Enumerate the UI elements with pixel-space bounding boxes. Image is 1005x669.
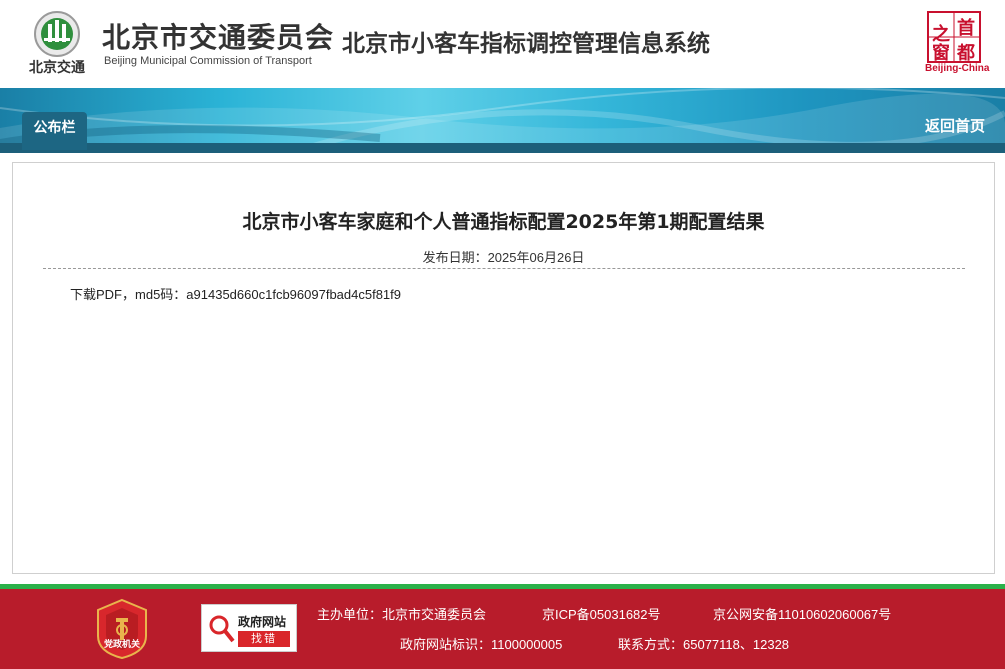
logo-text: 北京交通	[29, 60, 85, 76]
beijing-transport-emblem-icon[interactable]: 北京交通	[20, 8, 94, 78]
article-title: 北京市小客车家庭和个人普通指标配置2025年第1期配置结果	[242, 211, 765, 233]
gov-site-error-report[interactable]: 政府网站 找错	[201, 604, 297, 652]
banner-bottom-bar	[0, 143, 1005, 153]
publish-date: 发布日期：2025年06月26日	[422, 250, 585, 265]
md5-text: ，md5码：a91435d660c1fcb96097fbad4c5f81f9	[122, 287, 402, 302]
banner-wave-decoration	[0, 88, 1005, 150]
gov-box-error-button: 找错	[238, 631, 290, 647]
header-banner	[0, 88, 1005, 150]
party-gov-badge-icon[interactable]: 党政机关	[94, 598, 150, 660]
footer-icp-link[interactable]: 京ICP备05031682号	[542, 604, 661, 623]
download-line: 下载PDF，md5码：a91435d660c1fcb96097fbad4c5f8…	[70, 284, 401, 303]
magnifier-icon	[207, 611, 235, 647]
article-panel: 北京市小客车家庭和个人普通指标配置2025年第1期配置结果 发布日期：2025年…	[12, 162, 995, 574]
download-pdf-link[interactable]: 下载PDF	[70, 287, 122, 302]
footer-police-record-link[interactable]: 京公网安备11010602060067号	[713, 604, 891, 623]
footer-sponsor: 主办单位：北京市交通委员会	[317, 607, 487, 622]
tab-notice-board[interactable]: 公布栏	[22, 112, 87, 150]
capital-char-2: 都	[957, 43, 975, 64]
site-footer	[0, 589, 1005, 669]
site-header: 北京交通 北京市交通委员会 Beijing Municipal Commissi…	[0, 0, 1005, 88]
capital-char-4: 窗	[932, 43, 950, 64]
system-title: 北京市小客车指标调控管理信息系统	[342, 31, 710, 57]
footer-contact: 联系方式：65077118、12328	[618, 637, 790, 652]
capital-char-1: 首	[957, 18, 975, 39]
back-home-link[interactable]: 返回首页	[925, 115, 985, 136]
party-badge-text: 党政机关	[103, 639, 140, 649]
capital-logo-en: Beijing-China	[925, 63, 990, 74]
org-name-cn: 北京市交通委员会	[102, 21, 335, 54]
org-name-en: Beijing Municipal Commission of Transpor…	[104, 55, 312, 67]
title-divider	[43, 268, 965, 269]
footer-site-id: 政府网站标识：1100000005	[400, 637, 563, 652]
gov-box-title: 政府网站	[238, 615, 287, 629]
